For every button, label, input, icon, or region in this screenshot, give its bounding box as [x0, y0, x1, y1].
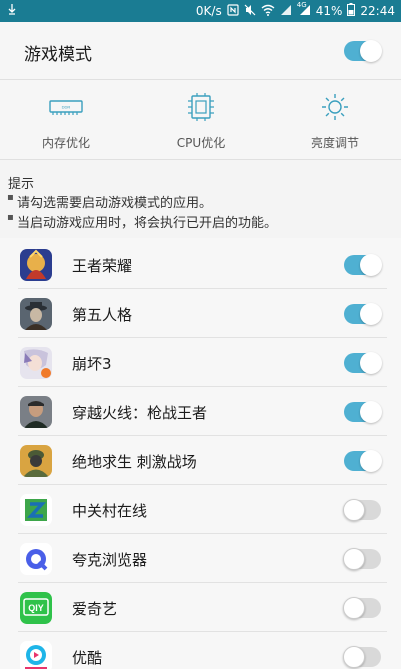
memory-icon: DDR — [49, 100, 83, 115]
svg-text:QIY: QIY — [28, 603, 44, 613]
list-item: 崩坏3 — [0, 338, 401, 387]
app-name: 绝地求生 刺激战场 — [72, 453, 197, 471]
svg-text:DDR: DDR — [62, 105, 71, 110]
app-toggle[interactable] — [343, 548, 381, 570]
app-name: 穿越火线：枪战王者 — [72, 404, 208, 422]
list-item: 穿越火线：枪战王者 — [0, 387, 401, 436]
network-type: 4G — [296, 0, 307, 9]
brightness-adjust-button[interactable]: 亮度调节 — [275, 80, 395, 160]
app-toggle[interactable] — [343, 499, 381, 521]
app-toggle[interactable] — [344, 450, 382, 472]
list-item: 优酷 — [0, 632, 401, 669]
app-toggle[interactable] — [344, 401, 382, 423]
app-toggle[interactable] — [344, 303, 382, 325]
feature-shortcuts: DDR 内存优化 CPU优化 亮度调节 — [0, 80, 401, 160]
hint-line: 请勾选需要启动游戏模式的应用。 — [7, 192, 212, 211]
signal-icon — [280, 4, 292, 19]
brightness-adjust-label: 亮度调节 — [310, 136, 359, 150]
app-name: 优酷 — [72, 649, 103, 667]
list-item: 第五人格 — [0, 289, 401, 338]
cpu-optimize-button[interactable]: CPU优化 — [141, 80, 261, 160]
app-name: 第五人格 — [72, 306, 133, 324]
hints-section: 提示 请勾选需要启动游戏模式的应用。 当启动游戏应用时，将会执行已开启的功能。 — [0, 160, 401, 238]
game-mode-toggle[interactable] — [344, 40, 382, 62]
app-icon-youku — [20, 641, 52, 669]
app-icon-cf — [20, 396, 52, 428]
app-icon-quark — [20, 543, 52, 575]
app-icon-zol — [20, 494, 52, 526]
app-name: 爱奇艺 — [72, 600, 118, 618]
clock: 22:44 — [360, 4, 395, 18]
app-name: 中关村在线 — [72, 502, 148, 520]
battery-icon — [347, 3, 356, 19]
game-mode-title: 游戏模式 — [24, 45, 92, 65]
brightness-icon — [322, 94, 348, 120]
mute-icon — [244, 4, 256, 19]
app-name: 崩坏3 — [72, 355, 112, 373]
list-item: 夸克浏览器 — [0, 534, 401, 583]
network-speed: 0K/s — [195, 4, 222, 18]
app-icon-benghuai3 — [20, 347, 52, 379]
list-item: 绝地求生 刺激战场 — [0, 436, 401, 485]
list-item: 王者荣耀 — [0, 240, 401, 289]
app-icon-wangzhe — [20, 249, 52, 281]
app-toggle[interactable] — [344, 352, 382, 374]
download-icon — [8, 3, 16, 18]
signal-4g-icon: 4G — [296, 0, 311, 19]
game-mode-row: 游戏模式 — [0, 22, 401, 80]
memory-optimize-button[interactable]: DDR 内存优化 — [6, 80, 126, 160]
cpu-icon — [188, 93, 214, 121]
app-icon-iqiyi: QIY — [20, 592, 52, 624]
app-toggle[interactable] — [343, 646, 381, 668]
app-icon-pubg — [20, 445, 52, 477]
app-name: 夸克浏览器 — [72, 551, 148, 569]
battery-percent: 41% — [315, 4, 343, 18]
app-name: 王者荣耀 — [72, 257, 133, 275]
hints-title: 提示 — [8, 177, 35, 192]
cpu-optimize-label: CPU优化 — [176, 136, 226, 150]
list-item: 中关村在线 — [0, 485, 401, 534]
memory-optimize-label: 内存优化 — [41, 136, 90, 150]
app-icon-diwurenge — [20, 298, 52, 330]
status-bar: 0K/s 4G 41% 22:44 — [0, 0, 401, 22]
nfc-icon — [227, 3, 239, 19]
hint-line: 当启动游戏应用时，将会执行已开启的功能。 — [7, 212, 277, 231]
app-toggle[interactable] — [344, 254, 382, 276]
app-list: 王者荣耀 第五人格 崩坏3 穿越火线：枪战王者 绝地求生 刺激战场 中关村在线 … — [0, 238, 401, 669]
wifi-icon — [261, 4, 275, 19]
list-item: QIY 爱奇艺 — [0, 583, 401, 632]
app-toggle[interactable] — [343, 597, 381, 619]
